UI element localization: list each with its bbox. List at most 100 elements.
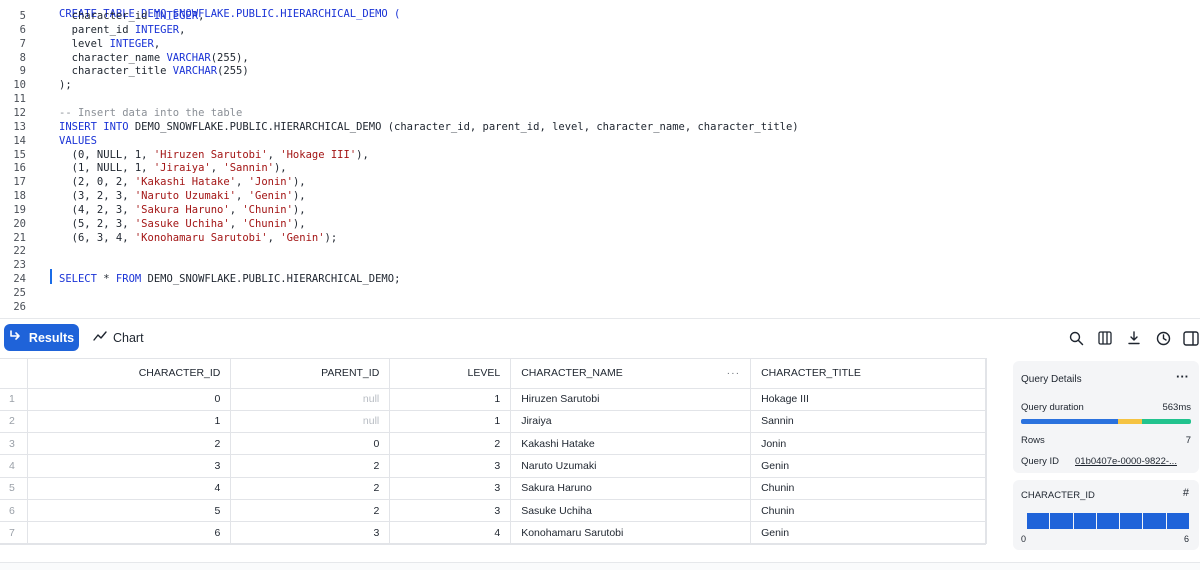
- code-token: 'Naruto Uzumaki': [134, 190, 237, 203]
- code-token: (0, NULL, 1,: [59, 148, 154, 161]
- line-number: 22: [13, 245, 26, 258]
- code-token: ),: [292, 217, 306, 230]
- cell-character-id[interactable]: 6: [27, 521, 232, 545]
- column-header-character-title[interactable]: CHARACTER_TITLE: [750, 359, 986, 389]
- table-row[interactable]: 1 0 null 1 Hiruzen Sarutobi Hokage III: [0, 388, 986, 411]
- duration-segment: [1117, 419, 1142, 424]
- cell-character-id[interactable]: 4: [27, 477, 232, 500]
- sql-editor[interactable]: CREATE TABLE DEMO_SNOWFLAKE.PUBLIC.HIERA…: [0, 0, 1200, 318]
- cell-character-name[interactable]: Naruto Uzumaki: [510, 454, 752, 478]
- cell-parent-id[interactable]: null: [230, 388, 391, 411]
- cell-level[interactable]: 3: [389, 454, 512, 478]
- column-header-parent-id[interactable]: PARENT_ID: [230, 359, 391, 389]
- cell-character-name[interactable]: Hiruzen Sarutobi: [510, 388, 752, 411]
- cell-character-title[interactable]: Jonin: [750, 432, 986, 456]
- cell-character-name[interactable]: Sakura Haruno: [510, 477, 752, 500]
- table-row[interactable]: 3 2 0 2 Kakashi Hatake Jonin: [0, 432, 986, 456]
- cell-character-name[interactable]: Kakashi Hatake: [510, 432, 752, 456]
- table-row[interactable]: 2 1 null 1 Jiraiya Sannin: [0, 410, 986, 434]
- code-token: INTEGER: [153, 10, 199, 22]
- code-line: 8 character_name VARCHAR(255),: [0, 51, 1200, 65]
- download-icon[interactable]: [1123, 327, 1145, 349]
- cell-character-id[interactable]: 5: [27, 499, 232, 523]
- code-token: 'Sannin': [223, 162, 274, 175]
- chart-tab[interactable]: Chart: [93, 325, 144, 350]
- cell-parent-id[interactable]: 0: [230, 432, 391, 456]
- table-row[interactable]: 4 3 2 3 Naruto Uzumaki Genin: [0, 454, 986, 478]
- column-header-character-id[interactable]: CHARACTER_ID: [27, 359, 232, 389]
- code-token: VALUES: [59, 134, 97, 147]
- code-token: ,: [229, 217, 243, 230]
- row-number: 1: [0, 388, 29, 411]
- query-id-link[interactable]: 01b0407e-0000-9822-...: [1075, 456, 1177, 467]
- cell-level[interactable]: 1: [389, 410, 512, 434]
- cell-level[interactable]: 2: [389, 432, 512, 456]
- cell-level[interactable]: 4: [389, 521, 512, 545]
- cell-level[interactable]: 3: [389, 477, 512, 500]
- code-token: 'Kakashi Hatake': [134, 176, 237, 189]
- query-details-title: Query Details: [1021, 374, 1082, 385]
- columns-icon[interactable]: [1094, 327, 1116, 349]
- column-menu-icon[interactable]: ···: [727, 367, 741, 379]
- history-icon[interactable]: [1152, 327, 1174, 349]
- cell-character-id[interactable]: 3: [27, 454, 232, 478]
- code-token: ),: [292, 190, 306, 203]
- histogram-bar: [1120, 513, 1143, 529]
- cell-character-name[interactable]: Jiraiya: [510, 410, 752, 434]
- cell-level[interactable]: 1: [389, 388, 512, 411]
- cell-character-title[interactable]: Genin: [750, 521, 986, 545]
- code-token: character_id: [59, 10, 154, 22]
- code-token: (3, 2, 3,: [59, 190, 135, 203]
- number-type-icon: #: [1182, 487, 1189, 499]
- results-tab[interactable]: Results: [4, 324, 79, 351]
- cell-character-title[interactable]: Sannin: [750, 410, 986, 434]
- rows-value: 7: [1185, 435, 1191, 446]
- line-number: 10: [13, 79, 26, 92]
- footer-strip: [0, 562, 1200, 570]
- code-text: character_title VARCHAR(255): [59, 64, 249, 78]
- code-token: DEMO_SNOWFLAKE.PUBLIC.HIERARCHICAL_DEMO …: [134, 120, 799, 133]
- code-line-partial: CREATE TABLE DEMO_SNOWFLAKE.PUBLIC.HIERA…: [0, 0, 1200, 20]
- histogram-bar: [1096, 513, 1120, 529]
- column-header-level[interactable]: LEVEL: [389, 359, 512, 389]
- histogram-bar: [1050, 513, 1073, 529]
- search-icon[interactable]: [1065, 327, 1087, 349]
- code-line: 21 (6, 3, 4, 'Konohamaru Sarutobi', 'Gen…: [0, 231, 1200, 245]
- code-text: INSERT INTO DEMO_SNOWFLAKE.PUBLIC.HIERAR…: [59, 120, 799, 134]
- cell-level[interactable]: 3: [389, 499, 512, 523]
- cell-parent-id[interactable]: null: [230, 410, 391, 434]
- cell-parent-id[interactable]: 2: [230, 454, 391, 478]
- cell-character-id[interactable]: 2: [27, 432, 232, 456]
- cell-parent-id[interactable]: 2: [230, 499, 391, 523]
- code-token: ),: [292, 203, 306, 216]
- table-row[interactable]: 7 6 3 4 Konohamaru Sarutobi Genin: [0, 521, 986, 545]
- table-row[interactable]: 5 4 2 3 Sakura Haruno Chunin: [0, 477, 986, 500]
- cell-parent-id[interactable]: 3: [230, 521, 391, 545]
- cell-character-id[interactable]: 0: [27, 388, 232, 411]
- cell-character-title[interactable]: Hokage III: [750, 388, 986, 411]
- histogram-bar: [1166, 513, 1189, 529]
- cell-character-name[interactable]: Sasuke Uchiha: [510, 499, 752, 523]
- cell-character-name[interactable]: Konohamaru Sarutobi: [510, 521, 752, 545]
- code-token: (255),: [210, 51, 249, 64]
- cell-character-id[interactable]: 1: [27, 410, 232, 434]
- table-row[interactable]: 6 5 2 3 Sasuke Uchiha Chunin: [0, 499, 986, 523]
- code-token: ,: [236, 190, 249, 203]
- line-number: 14: [13, 134, 26, 147]
- column-stats-panel[interactable]: CHARACTER_ID # 0 6: [1013, 480, 1199, 550]
- cell-character-title[interactable]: Chunin: [750, 499, 986, 523]
- line-number: 18: [13, 190, 26, 203]
- code-line: 5 character_id INTEGER,: [0, 9, 1200, 23]
- code-line: 13 INSERT INTO DEMO_SNOWFLAKE.PUBLIC.HIER…: [0, 120, 1200, 134]
- column-header-character-name[interactable]: CHARACTER_NAME ···: [510, 359, 752, 389]
- query-duration-label: Query duration: [1021, 402, 1084, 413]
- cell-character-title[interactable]: Chunin: [750, 477, 986, 500]
- cell-parent-id[interactable]: 2: [230, 477, 391, 500]
- code-token: 'Chunin': [242, 203, 293, 216]
- panel-toggle-icon[interactable]: [1180, 327, 1200, 349]
- code-text: VALUES: [59, 134, 97, 148]
- cell-character-title[interactable]: Genin: [750, 454, 986, 478]
- code-token: (6, 3, 4,: [59, 231, 135, 244]
- code-token: ,: [198, 10, 205, 22]
- more-options-icon[interactable]: ···: [1176, 369, 1189, 384]
